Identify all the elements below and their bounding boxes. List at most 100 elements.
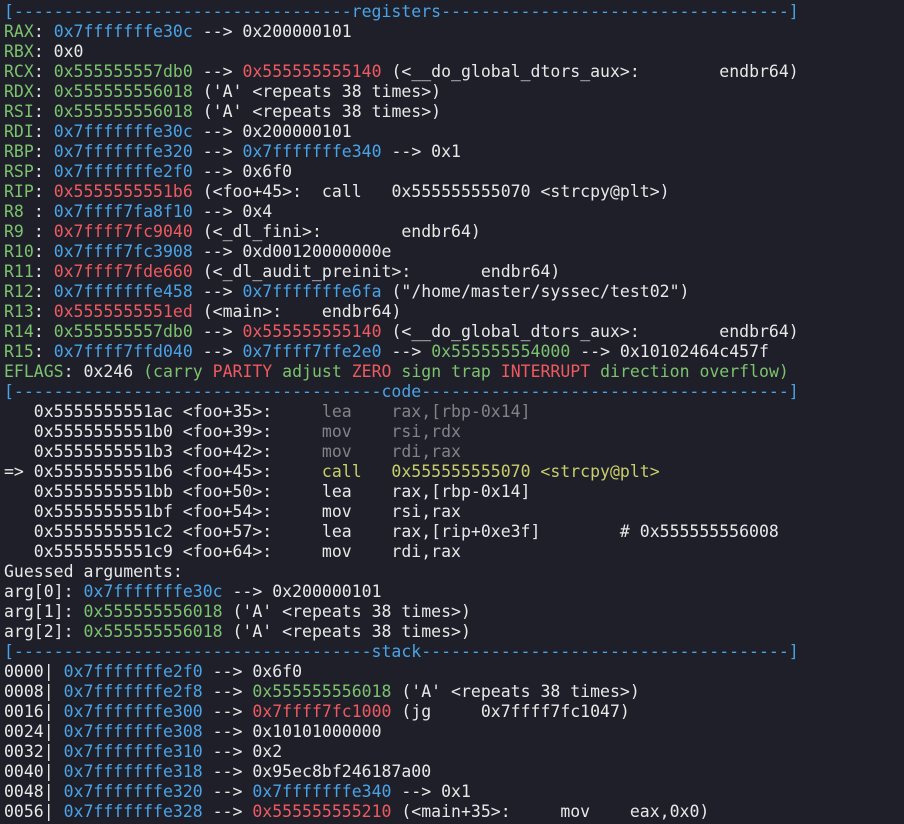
text-segment: 0x555555554000	[431, 342, 571, 361]
reg-r15: R15: 0x7ffff7ffd040 --> 0x7ffff7ffe2e0 -…	[4, 342, 799, 362]
text-segment: :	[33, 322, 54, 341]
text-segment: 0x5555555551b6	[53, 182, 193, 201]
text-segment: (<_dl_audit_preinit>: endbr64)	[192, 262, 561, 281]
text-segment: :	[33, 102, 54, 121]
text-segment: 0x5555555551bb <foo+50>: lea rax,[rbp-0x…	[4, 482, 531, 501]
reg-r8: R8 : 0x7ffff7fa8f10 --> 0x4	[4, 202, 799, 222]
text-segment: -->	[192, 142, 243, 161]
text-segment: : 0x0	[33, 42, 84, 61]
terminal-output[interactable]: [----------------------------------regis…	[4, 2, 799, 822]
text-segment: 0x7fffffffe30c	[83, 582, 223, 601]
text-segment: 0x7ffff7fc9040	[53, 222, 193, 241]
reg-rbp: RBP: 0x7fffffffe320 --> 0x7fffffffe340 -…	[4, 142, 799, 162]
text-segment: (<main>: endbr64)	[192, 302, 402, 321]
reg-r14: R14: 0x555555557db0 --> 0x555555555140 (…	[4, 322, 799, 342]
text-segment: mov rdi,rax	[321, 442, 461, 461]
text-segment: :	[33, 302, 54, 321]
text-segment: R12	[4, 282, 34, 301]
text-segment: 0x7fffffffe30c	[53, 122, 193, 141]
text-segment: -->	[192, 62, 243, 81]
text-segment: adjust	[272, 362, 352, 381]
text-segment: :	[33, 202, 54, 221]
code-header: [-------------------------------------co…	[4, 382, 799, 402]
text-segment: -->	[202, 682, 253, 701]
text-segment: 0x7fffffffe30c	[53, 22, 193, 41]
text-segment: 0x7ffff7fc3908	[53, 242, 193, 261]
text-segment: 0x555555557db0	[53, 322, 193, 341]
code-line: 0x5555555551ac <foo+35>: lea rax,[rbp-0x…	[4, 402, 799, 422]
text-segment: 0x7ffff7fde660	[53, 262, 193, 281]
text-segment: 0x555555557db0	[53, 62, 193, 81]
text-segment: RCX	[4, 62, 34, 81]
text-segment: [------------------------------------sta…	[4, 642, 799, 661]
text-segment: : 0x246	[63, 362, 144, 381]
text-segment: RIP	[4, 182, 34, 201]
text-segment: R15	[4, 342, 34, 361]
text-segment: 0x7fffffffe340	[242, 142, 382, 161]
text-segment: 0x7fffffffe310	[63, 742, 203, 761]
text-segment: arg[0]:	[4, 582, 84, 601]
text-segment: -->	[202, 782, 253, 801]
text-segment: ('A' <repeats 38 times>)	[222, 622, 471, 641]
text-segment: 0x555555556018	[252, 682, 392, 701]
text-segment: -->	[381, 342, 432, 361]
text-segment: 0000|	[4, 662, 64, 681]
text-segment: R11	[4, 262, 34, 281]
text-segment: (jg 0x7ffff7fc1047)	[391, 702, 630, 721]
text-segment: -->	[192, 342, 243, 361]
text-segment: RDI	[4, 122, 34, 141]
text-segment: RBP	[4, 142, 34, 161]
text-segment: --> 0x200000101	[222, 582, 382, 601]
text-segment: sign trap	[391, 362, 501, 381]
code-line: 0x5555555551b0 <foo+39>: mov rsi,rdx	[4, 422, 799, 442]
code-line: 0x5555555551bf <foo+54>: mov rsi,rax	[4, 502, 799, 522]
text-segment: (carry	[143, 362, 213, 381]
text-segment: --> 0x200000101	[192, 122, 352, 141]
text-segment: --> 0x10101000000	[202, 722, 382, 741]
arg-0: arg[0]: 0x7fffffffe30c --> 0x200000101	[4, 582, 799, 602]
text-segment: call 0x555555555070 <strcpy@plt>	[321, 462, 660, 481]
text-segment: 0x7fffffffe340	[252, 782, 392, 801]
text-segment: mov rsi,rdx	[321, 422, 461, 441]
text-segment: 0024|	[4, 722, 64, 741]
reg-rdi: RDI: 0x7fffffffe30c --> 0x200000101	[4, 122, 799, 142]
text-segment: Guessed arguments:	[4, 562, 183, 581]
text-segment: --> 0x2	[202, 742, 283, 761]
text-segment: 0x5555555551b0 <foo+39>:	[4, 422, 322, 441]
reg-rcx: RCX: 0x555555557db0 --> 0x555555555140 (…	[4, 62, 799, 82]
text-segment: 0x7fffffffe320	[63, 782, 203, 801]
text-segment: 0x7fffffffe300	[63, 702, 203, 721]
reg-r10: R10: 0x7ffff7fc3908 --> 0xd00120000000e	[4, 242, 799, 262]
text-segment: arg[1]:	[4, 602, 84, 621]
text-segment: 0x7fffffffe328	[63, 802, 203, 821]
text-segment: 0x555555555210	[252, 802, 392, 821]
text-segment: 0x5555555551bf <foo+54>: mov rsi,rax	[4, 502, 461, 521]
reg-r13: R13: 0x5555555551ed (<main>: endbr64)	[4, 302, 799, 322]
text-segment: ("/home/master/syssec/test02")	[381, 282, 690, 301]
text-segment: :	[33, 182, 54, 201]
text-segment: EFLAGS	[4, 362, 64, 381]
arg-1: arg[1]: 0x555555556018 ('A' <repeats 38 …	[4, 602, 799, 622]
text-segment: RAX	[4, 22, 34, 41]
text-segment: --> 0x1	[391, 782, 471, 801]
text-segment: 0048|	[4, 782, 64, 801]
text-segment: :	[33, 162, 54, 181]
text-segment: (<foo+45>: call 0x555555555070 <strcpy@p…	[192, 182, 670, 201]
text-segment: :	[33, 262, 54, 281]
text-segment: 0x5555555551c2 <foo+57>: lea rax,[rip+0x…	[4, 522, 779, 541]
text-segment: INTERRUPT	[500, 362, 591, 381]
text-segment: 0x7ffff7fc1000	[252, 702, 392, 721]
text-segment: 0x555555555140	[242, 62, 382, 81]
text-segment: -->	[202, 702, 253, 721]
text-segment: 0056|	[4, 802, 64, 821]
text-segment: 0x555555556018	[83, 622, 223, 641]
text-segment: 0x7fffffffe2f8	[63, 682, 203, 701]
text-segment: ZERO	[351, 362, 392, 381]
text-segment: R13	[4, 302, 34, 321]
text-segment: 0x7fffffffe308	[63, 722, 203, 741]
text-segment: 0x7fffffffe320	[53, 142, 193, 161]
reg-rax: RAX: 0x7fffffffe30c --> 0x200000101	[4, 22, 799, 42]
text-segment: PARITY	[212, 362, 273, 381]
text-segment: :	[33, 62, 54, 81]
text-segment: [-------------------------------------co…	[4, 382, 799, 401]
